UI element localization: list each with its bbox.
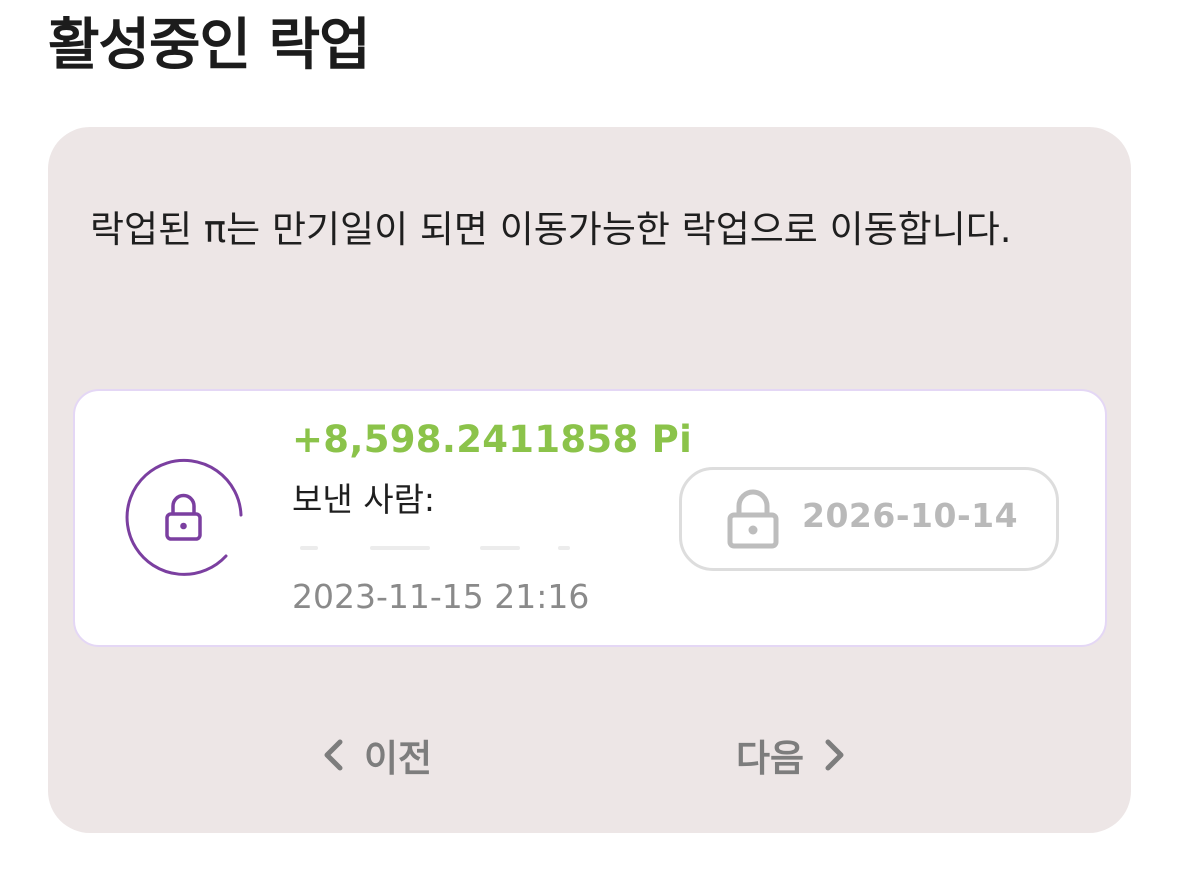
sender-label: 보낸 사람: — [292, 480, 436, 519]
unlock-date-badge: 2026-10-14 — [679, 467, 1059, 571]
lock-icon — [727, 489, 779, 549]
page-title: 활성중인 락업 — [48, 13, 371, 78]
active-lockups-panel: 락업된 π는 만기일이 되면 이동가능한 락업으로 이동합니다. +8,598.… — [48, 127, 1131, 833]
next-label: 다음 — [736, 737, 805, 780]
next-button[interactable]: 다음 — [736, 725, 848, 785]
chevron-left-icon — [324, 739, 343, 771]
lockup-amount: +8,598.2411858 Pi — [292, 418, 693, 461]
lockup-info-text: 락업된 π는 만기일이 되면 이동가능한 락업으로 이동합니다. — [90, 208, 1012, 251]
lock-circle-icon — [125, 458, 243, 576]
prev-label: 이전 — [364, 737, 433, 780]
chevron-right-icon — [825, 739, 844, 771]
unlock-date: 2026-10-14 — [802, 496, 1019, 535]
sender-address-redacted — [300, 541, 575, 555]
prev-button[interactable]: 이전 — [320, 725, 432, 785]
lockup-card[interactable]: +8,598.2411858 Pi 보낸 사람: 2023-11-15 21:1… — [73, 389, 1107, 647]
lock-date: 2023-11-15 21:16 — [292, 577, 590, 616]
